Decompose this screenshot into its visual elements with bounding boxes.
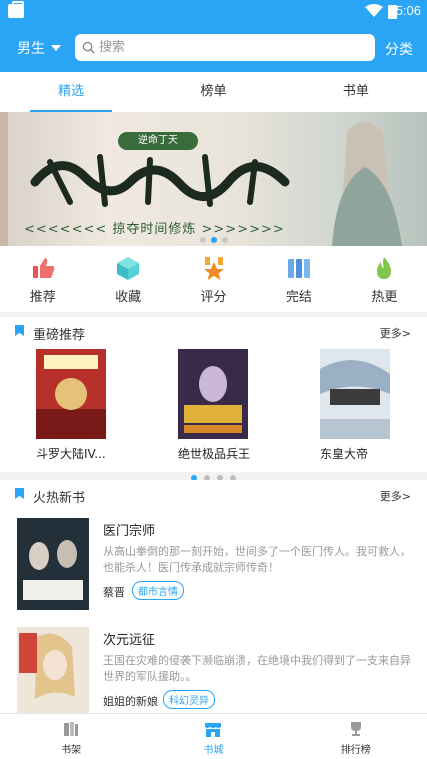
book-title: 次元远征 xyxy=(103,633,156,648)
featured-book[interactable]: 斗罗大陆IV... xyxy=(0,347,142,469)
featured-more-link[interactable]: 更多> xyxy=(380,325,411,341)
quick-nav-label: 热更 xyxy=(371,290,398,305)
tab-rankings[interactable]: 榜单 xyxy=(142,72,284,112)
wifi-icon xyxy=(365,4,383,17)
cube-icon xyxy=(117,257,140,280)
bottom-nav-label: 书架 xyxy=(61,745,82,756)
book-list-item[interactable]: 次元远征 王国在灾难的侵袭下濒临崩溃，在绝境中我们得到了一支来自异世界的军队援助… xyxy=(0,619,427,728)
status-bar: 5:06 xyxy=(0,0,427,25)
gender-selector[interactable]: 男生 xyxy=(17,38,61,58)
genre-tag[interactable]: 都市言情 xyxy=(132,581,184,600)
thumbs-up-icon xyxy=(32,258,55,278)
caret-down-icon xyxy=(51,45,61,51)
bookshelf-icon xyxy=(64,722,79,736)
book-author: 蔡晋 xyxy=(103,586,125,599)
category-button[interactable]: 分类 xyxy=(385,39,413,59)
flame-icon xyxy=(377,257,392,279)
search-box[interactable] xyxy=(75,34,375,61)
star-badge-icon xyxy=(203,257,224,280)
quick-nav-label: 推荐 xyxy=(29,290,56,305)
bookmark-icon xyxy=(15,325,24,336)
tab-bar: 精选 榜单 书单 xyxy=(0,72,427,112)
book-cover xyxy=(320,349,390,439)
book-author: 姐姐的新娘 xyxy=(103,695,158,708)
store-icon xyxy=(205,723,222,737)
quick-nav-rating[interactable]: 评分 xyxy=(171,246,256,312)
book-description: 从高山拳倒的那一刻开始，世间多了一个医门传人。我可救人，也能杀人！医门传承成就宗… xyxy=(103,545,411,574)
hot-new-section: 火热新书 更多> 医门宗师 从高山拳倒的那一刻开始，世间多了一个医门传人。我可救… xyxy=(0,480,427,719)
book-cover xyxy=(17,627,89,719)
top-search-bar: 男生 分类 xyxy=(0,25,427,72)
quick-nav-label: 完结 xyxy=(285,290,312,305)
quick-nav-favorites[interactable]: 收藏 xyxy=(85,246,170,312)
featured-section: 重磅推荐 更多> 斗罗大陆IV... 绝世极品兵王 东皇大帝 xyxy=(0,317,427,481)
featured-book-row: 斗罗大陆IV... 绝世极品兵王 东皇大帝 xyxy=(0,347,427,469)
bottom-nav-bookshelf[interactable]: 书架 xyxy=(0,714,142,759)
quick-nav-label: 收藏 xyxy=(115,290,142,305)
book-cover xyxy=(36,349,106,439)
tab-booklists[interactable]: 书单 xyxy=(285,72,427,112)
hot-new-more-link[interactable]: 更多> xyxy=(380,488,411,504)
bottom-nav-label: 书城 xyxy=(203,745,224,756)
banner-character-art xyxy=(332,122,402,246)
book-cover xyxy=(17,518,89,610)
book-title: 绝世极品兵王 xyxy=(178,447,251,461)
quick-nav-completed[interactable]: 完结 xyxy=(256,246,341,312)
bottom-nav-label: 排行榜 xyxy=(340,745,371,756)
featured-book[interactable]: 东皇大帝 xyxy=(284,347,426,469)
quick-nav: 推荐 收藏 评分 完结 热更 xyxy=(0,246,427,312)
bookmark-icon xyxy=(15,488,24,499)
quick-nav-recommend[interactable]: 推荐 xyxy=(0,246,85,312)
banner-dot[interactable] xyxy=(199,237,206,243)
book-cover xyxy=(178,349,248,439)
section-title: 火热新书 xyxy=(33,491,86,506)
featured-book[interactable]: 绝世极品兵王 xyxy=(142,347,284,469)
banner-pager xyxy=(0,237,427,243)
books-icon xyxy=(287,259,310,278)
banner-dot[interactable] xyxy=(221,237,228,243)
book-title: 东皇大帝 xyxy=(320,447,369,461)
bottom-nav-rankings[interactable]: 排行榜 xyxy=(285,714,427,759)
banner-dot-active[interactable] xyxy=(210,237,217,243)
quick-nav-hot-updates[interactable]: 热更 xyxy=(342,246,427,312)
hot-new-header: 火热新书 更多> xyxy=(0,480,427,510)
genre-tag[interactable]: 科幻灵异 xyxy=(163,690,215,709)
search-input[interactable] xyxy=(99,40,359,55)
book-title: 斗罗大陆IV... xyxy=(36,447,106,461)
search-icon xyxy=(82,41,95,54)
banner-subline: <<<<<<< 掠夺时间修炼 >>>>>>> xyxy=(24,222,285,237)
briefcase-icon xyxy=(8,1,24,18)
gender-label: 男生 xyxy=(17,41,45,57)
book-title: 医门宗师 xyxy=(103,524,156,539)
banner-tag: 逆命丁天 xyxy=(118,132,198,150)
trophy-icon xyxy=(350,722,361,736)
status-time: 5:06 xyxy=(395,3,421,18)
promo-banner[interactable]: 逆命丁天 <<<<<<< 掠夺时间修炼 >>>>>>> xyxy=(0,112,427,246)
bottom-nav-store[interactable]: 书城 xyxy=(142,714,284,759)
tab-featured[interactable]: 精选 xyxy=(0,72,142,112)
book-description: 王国在灾难的侵袭下濒临崩溃，在绝境中我们得到了一支来自异世界的军队援助。。 xyxy=(103,654,411,683)
banner-calligraphy-art xyxy=(30,154,290,207)
featured-header: 重磅推荐 更多> xyxy=(0,317,427,347)
section-title: 重磅推荐 xyxy=(33,328,86,343)
book-list-item[interactable]: 医门宗师 从高山拳倒的那一刻开始，世间多了一个医门传人。我可救人，也能杀人！医门… xyxy=(0,510,427,619)
bottom-nav: 书架 书城 排行榜 xyxy=(0,713,427,759)
banner-prev-edge xyxy=(0,112,8,246)
quick-nav-label: 评分 xyxy=(200,290,227,305)
